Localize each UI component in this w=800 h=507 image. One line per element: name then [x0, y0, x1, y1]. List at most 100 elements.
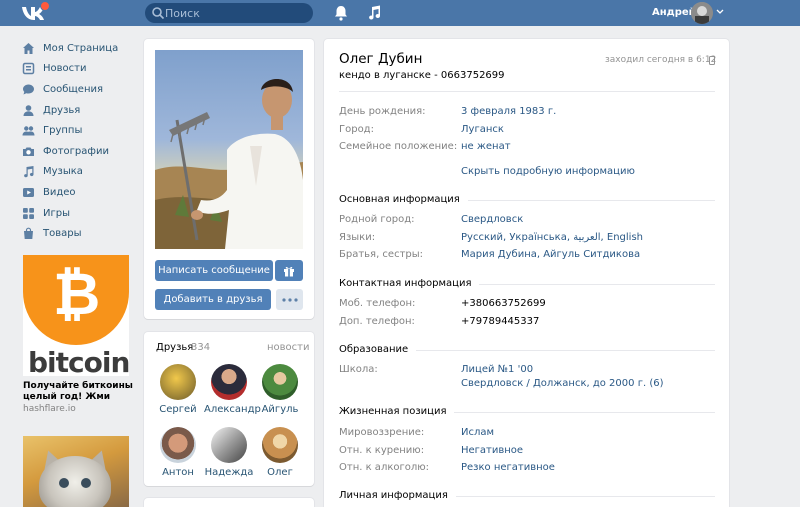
friend-item[interactable]: Сергей — [153, 364, 203, 415]
camera-icon — [23, 147, 34, 156]
nav-label: Группы — [43, 125, 83, 137]
nav-item-messages[interactable]: Сообщения — [22, 79, 132, 100]
ad-domain[interactable]: hashflare.io — [23, 404, 76, 414]
bitcoin-symbol: ₿ — [53, 260, 101, 328]
friend-avatar — [160, 364, 196, 400]
nav-label: Товары — [43, 228, 82, 240]
alcohol-value[interactable]: Резко негативное — [461, 462, 555, 473]
section-title-life: Жизненная позиция — [339, 406, 455, 417]
smoking-label: Отн. к курению: — [339, 445, 425, 456]
relationship-value[interactable]: не женат — [461, 141, 511, 152]
mobile-phone-value: +380663752699 — [461, 298, 546, 309]
kitten-eye — [59, 478, 69, 488]
notification-badge — [40, 1, 50, 11]
ad-bitcoin-banner[interactable]: ₿ bitcoin — [23, 255, 129, 376]
nav-label: Сообщения — [43, 83, 104, 95]
avatar-image-icon — [691, 2, 713, 24]
alcohol-label: Отн. к алкоголю: — [339, 462, 430, 473]
friend-item[interactable]: Александр — [204, 364, 261, 415]
friend-avatar — [262, 364, 298, 400]
friend-name: Надежда — [204, 467, 254, 478]
divider — [339, 91, 715, 92]
hide-details-link[interactable]: Скрыть подробную информацию — [461, 166, 635, 177]
video-icon — [23, 187, 34, 197]
ad-title[interactable]: Получайте биткоины целый год! Жми — [23, 381, 133, 403]
hometown-label: Родной город: — [339, 214, 415, 225]
languages-label: Языки: — [339, 232, 376, 243]
worldview-value[interactable]: Ислам — [461, 427, 494, 438]
friend-name: Антон — [162, 467, 194, 478]
nav-label: Видео — [43, 186, 76, 198]
school-name[interactable]: Лицей №1 '00 — [461, 364, 533, 375]
school-details-row: Свердловск / Должанск, до 2000 г. (6) — [461, 378, 663, 389]
birthday-value[interactable]: 3 февраля 1983 г. — [461, 106, 556, 117]
search-input[interactable] — [165, 3, 305, 23]
chevron-down-icon[interactable] — [716, 8, 724, 16]
search-icon — [152, 7, 165, 20]
header-user-name[interactable]: Андрей — [652, 7, 696, 18]
kitten-eye — [81, 478, 91, 488]
gift-icon — [284, 266, 294, 276]
nav-label: Друзья — [43, 104, 81, 116]
profile-photo[interactable] — [155, 50, 303, 249]
school-details[interactable]: Свердловск / Должанск, до 2000 г. — [461, 378, 646, 389]
nav-item-photos[interactable]: Фотографии — [22, 141, 132, 162]
nav-label: Игры — [43, 207, 70, 219]
hometown-value[interactable]: Свердловск — [461, 214, 523, 225]
nav-item-friends[interactable]: Друзья — [22, 100, 132, 121]
extra-phone-label: Доп. телефон: — [339, 316, 415, 327]
languages-value[interactable]: Русский, Українська, العربية, English — [461, 232, 643, 243]
home-icon — [23, 42, 34, 54]
section-title-personal: Личная информация — [339, 490, 456, 501]
friend-item[interactable]: Айгуль — [255, 364, 305, 415]
nav-item-groups[interactable]: Группы — [22, 120, 132, 141]
send-message-button[interactable]: Написать сообщение — [155, 260, 273, 281]
games-icon — [23, 207, 34, 219]
profile-name: Олег Дубин — [339, 51, 423, 67]
goods-icon — [24, 227, 33, 240]
extra-phone-value: +79789445337 — [461, 316, 540, 327]
friend-name: Сергей — [159, 404, 197, 415]
nav-item-games[interactable]: Игры — [22, 203, 132, 224]
nav-item-video[interactable]: Видео — [22, 182, 132, 203]
groups-icon — [22, 126, 35, 136]
friend-avatar — [211, 364, 247, 400]
friend-item[interactable]: Антон — [153, 427, 203, 478]
nav-item-news[interactable]: Новости — [22, 59, 132, 80]
nav-label: Музыка — [43, 166, 83, 178]
birthday-label: День рождения: — [339, 106, 426, 117]
city-value[interactable]: Луганск — [461, 124, 504, 135]
siblings-value[interactable]: Мария Дубина, Айгуль Ситдикова — [461, 249, 640, 260]
school-classmates-count[interactable]: (6) — [649, 378, 663, 389]
more-actions-button[interactable] — [276, 289, 303, 310]
music-player-icon[interactable] — [367, 5, 381, 21]
bitcoin-wordmark: bitcoin — [28, 346, 129, 376]
add-friend-button[interactable]: Добавить в друзья — [155, 289, 271, 310]
siblings-label: Братья, сестры: — [339, 249, 424, 260]
section-title-education: Образование — [339, 344, 417, 355]
messages-icon — [23, 84, 34, 95]
friends-title[interactable]: Друзья — [156, 342, 193, 353]
friend-item[interactable]: Олег — [255, 427, 305, 478]
kitten-image-icon — [39, 456, 111, 507]
bell-icon[interactable] — [334, 5, 348, 21]
profile-status[interactable]: кендо в луганске - 0663752699 — [339, 70, 505, 81]
header-user-avatar[interactable] — [691, 2, 713, 24]
smoking-value[interactable]: Негативное — [461, 445, 523, 456]
send-gift-button[interactable] — [275, 260, 303, 281]
nav-item-my-page[interactable]: Моя Страница — [22, 38, 132, 59]
friend-item[interactable]: Надежда — [204, 427, 254, 478]
nav-label: Фотографии — [43, 145, 109, 157]
nav-label: Моя Страница — [43, 42, 119, 54]
friends-icon — [23, 104, 34, 116]
friend-avatar — [262, 427, 298, 463]
ad-kitten-banner[interactable] — [23, 436, 129, 507]
more-dots-icon — [281, 297, 298, 302]
nav-item-music[interactable]: Музыка — [22, 162, 132, 183]
nav-item-goods[interactable]: Товары — [22, 223, 132, 244]
nav-label: Новости — [43, 63, 87, 75]
worldview-label: Мировоззрение: — [339, 427, 425, 438]
friends-news-link[interactable]: новости — [267, 342, 310, 353]
friends-count: 334 — [191, 342, 211, 353]
friend-avatar — [211, 427, 247, 463]
